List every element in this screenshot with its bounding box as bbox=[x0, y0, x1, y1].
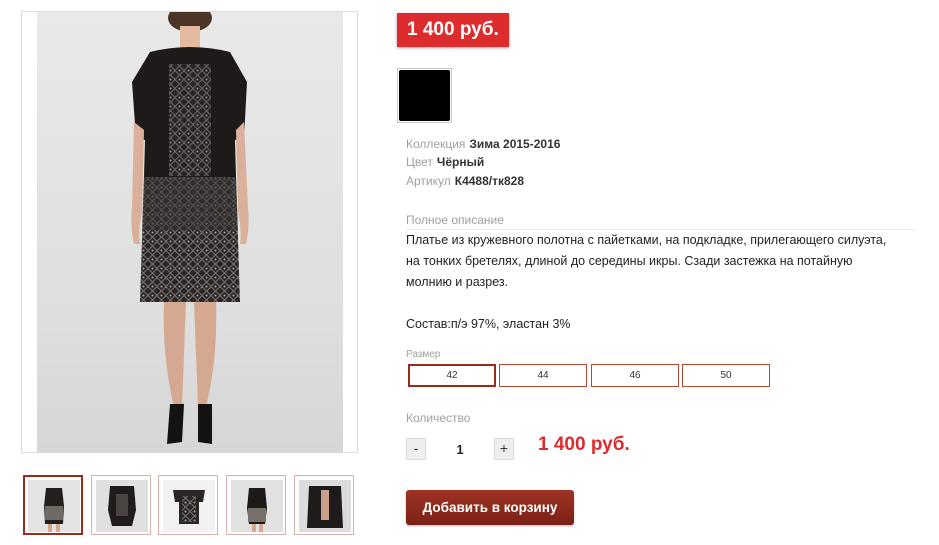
quantity-title: Количество bbox=[406, 411, 471, 425]
quantity-increase-button[interactable]: + bbox=[494, 438, 514, 460]
product-description: Платье из кружевного полотна с пайетками… bbox=[406, 230, 921, 335]
quantity-input[interactable] bbox=[440, 438, 480, 460]
thumbnail-3[interactable] bbox=[158, 475, 218, 535]
attribute-collection: Коллекция Зима 2015-2016 bbox=[406, 136, 560, 152]
quantity-decrease-button[interactable]: - bbox=[406, 438, 426, 460]
color-swatch-black[interactable] bbox=[397, 68, 452, 123]
thumbnail-image bbox=[28, 480, 80, 532]
thumbnail-5[interactable] bbox=[294, 475, 354, 535]
size-title: Размер bbox=[406, 349, 441, 360]
thumbnail-image bbox=[231, 480, 283, 532]
thumbnail-1[interactable] bbox=[23, 475, 83, 535]
attribute-color: Цвет Чёрный bbox=[406, 154, 484, 170]
description-line: на тонких бретелях, длиной до середины и… bbox=[406, 254, 853, 268]
thumbnail-4[interactable] bbox=[226, 475, 286, 535]
attribute-label: Коллекция bbox=[406, 137, 466, 151]
thumbnail-image bbox=[299, 480, 351, 532]
add-to-cart-button[interactable]: Добавить в корзину bbox=[406, 490, 574, 525]
attribute-value: Зима 2015-2016 bbox=[469, 137, 561, 151]
attribute-value: К4488/тк828 bbox=[454, 174, 525, 188]
description-line: Платье из кружевного полотна с пайетками… bbox=[406, 233, 887, 247]
price-badge: 1 400 руб. bbox=[397, 13, 509, 47]
attribute-label: Артикул bbox=[406, 174, 451, 188]
description-line: молнию и разрез. bbox=[406, 275, 509, 289]
size-option-50[interactable]: 50 bbox=[682, 364, 770, 387]
size-option-46[interactable]: 46 bbox=[591, 364, 679, 387]
color-swatch-fill bbox=[399, 70, 450, 121]
attribute-sku: Артикул К4488/тк828 bbox=[406, 173, 524, 189]
total-price: 1 400 руб. bbox=[538, 434, 630, 455]
thumbnail-image bbox=[96, 480, 148, 532]
thumbnail-2[interactable] bbox=[91, 475, 151, 535]
size-option-44[interactable]: 44 bbox=[499, 364, 587, 387]
size-option-42[interactable]: 42 bbox=[408, 364, 496, 387]
attribute-value: Чёрный bbox=[436, 155, 485, 169]
main-product-photo[interactable] bbox=[21, 11, 358, 453]
thumbnail-image bbox=[163, 480, 215, 532]
description-title: Полное описание bbox=[406, 212, 916, 230]
composition: Состав:п/э 97%, эластан 3% bbox=[406, 317, 571, 331]
model-in-dress-image bbox=[131, 12, 249, 444]
attribute-label: Цвет bbox=[406, 155, 433, 169]
